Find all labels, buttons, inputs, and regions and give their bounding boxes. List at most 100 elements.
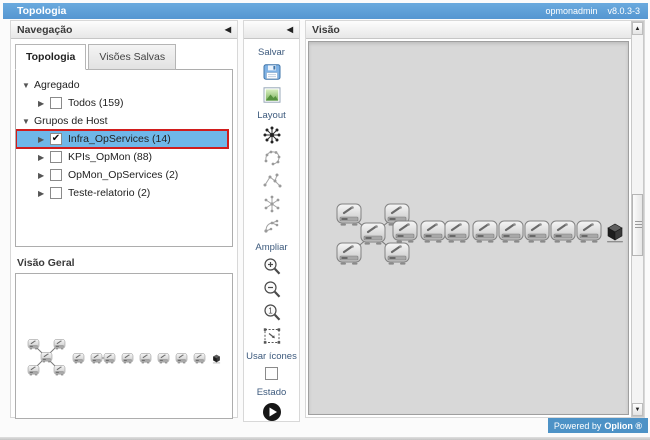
zoom-100-icon: 1 xyxy=(262,303,282,323)
tree-item-todos[interactable]: ▶ Todos (159) xyxy=(16,94,232,112)
zoom-out-icon xyxy=(262,280,282,300)
tree-item-kpis-opmon[interactable]: ▶ KPIs_OpMon (88) xyxy=(16,148,232,166)
host-node[interactable] xyxy=(497,220,525,244)
save-view-button[interactable] xyxy=(259,61,285,82)
view-scrollbar[interactable]: ▲ ▼ xyxy=(631,21,644,417)
tree-item-opmon-opservices[interactable]: ▶ OpMon_OpServices (2) xyxy=(16,166,232,184)
powered-by-text: Powered by xyxy=(554,421,602,431)
tree-item-label: Infra_OpServices (14) xyxy=(68,133,171,145)
topology-links xyxy=(16,274,232,418)
host-node[interactable] xyxy=(121,353,134,364)
application-window: Topologia opmonadmin v8.0.3-3 Navegação … xyxy=(0,0,650,440)
state-section-label: Estado xyxy=(257,387,287,398)
play-icon xyxy=(262,402,282,422)
layout-section-label: Layout xyxy=(257,110,286,121)
tree-item-label: KPIs_OpMon (88) xyxy=(68,151,152,163)
tree-group-label: Agregado xyxy=(34,79,80,91)
top-title-bar: Topologia opmonadmin v8.0.3-3 xyxy=(3,3,648,19)
host-node[interactable] xyxy=(157,353,170,364)
host-node[interactable] xyxy=(193,353,206,364)
svg-text:1: 1 xyxy=(268,306,273,315)
host-node[interactable] xyxy=(103,353,116,364)
export-image-button[interactable] xyxy=(259,84,285,105)
view-header: Visão xyxy=(306,21,631,39)
expander-icon[interactable]: ▶ xyxy=(38,99,50,108)
use-icons-label: Usar ícones xyxy=(246,351,297,362)
fit-view-icon xyxy=(262,326,282,346)
host-node[interactable] xyxy=(549,220,577,244)
tree-group-label: Grupos de Host xyxy=(34,115,108,127)
radial-layout-icon xyxy=(261,125,283,145)
host-node[interactable] xyxy=(391,220,419,244)
layout-circular-button[interactable] xyxy=(259,147,285,168)
save-section-label: Salvar xyxy=(258,47,285,58)
host-node[interactable] xyxy=(139,353,152,364)
host-node[interactable] xyxy=(53,365,66,376)
expander-icon[interactable]: ▶ xyxy=(38,171,50,180)
scrollbar-thumb[interactable] xyxy=(632,194,643,256)
host-node[interactable] xyxy=(27,339,40,350)
tab-visoes-salvas[interactable]: Visões Salvas xyxy=(88,44,176,70)
powered-by-badge[interactable]: Powered by Oplion ® xyxy=(548,418,648,433)
topology-canvas[interactable] xyxy=(308,41,629,415)
host-node[interactable] xyxy=(383,242,411,266)
layout-tree-button[interactable] xyxy=(259,216,285,237)
host-node[interactable] xyxy=(175,353,188,364)
layout-snowflake-button[interactable] xyxy=(259,193,285,214)
tree-item-teste-relatorio[interactable]: ▶ Teste-relatorio (2) xyxy=(16,184,232,202)
tree-group-agregado[interactable]: ▼ Agregado xyxy=(16,76,232,94)
host-node[interactable] xyxy=(335,242,363,266)
fit-to-view-button[interactable] xyxy=(259,325,285,346)
navigation-tabs: Topologia Visões Salvas xyxy=(15,44,233,70)
host-node[interactable] xyxy=(471,220,499,244)
collapse-toolbar-icon[interactable]: ◀ xyxy=(287,25,293,34)
expander-icon[interactable]: ▶ xyxy=(38,153,50,162)
tree-item-label: Todos (159) xyxy=(68,97,123,109)
expander-icon[interactable]: ▶ xyxy=(38,135,50,144)
navigation-title: Navegação xyxy=(17,24,72,36)
zoom-in-button[interactable] xyxy=(259,256,285,277)
expander-icon[interactable]: ▼ xyxy=(22,81,34,90)
navigation-panel: Navegação ◀ Topologia Visões Salvas ▼ Ag… xyxy=(10,20,238,418)
overview-minimap[interactable] xyxy=(15,273,233,419)
expander-icon[interactable]: ▼ xyxy=(22,117,34,126)
host-node[interactable] xyxy=(443,220,471,244)
scroll-down-icon[interactable]: ▼ xyxy=(632,403,643,416)
tree-item-label: OpMon_OpServices (2) xyxy=(68,169,178,181)
collapse-left-icon[interactable]: ◀ xyxy=(225,25,231,34)
layout-force-button[interactable] xyxy=(259,170,285,191)
expander-icon[interactable]: ▶ xyxy=(38,189,50,198)
host-node[interactable] xyxy=(53,339,66,350)
zoom-in-icon xyxy=(262,257,282,277)
use-icons-checkbox[interactable] xyxy=(265,367,278,380)
zoom-reset-button[interactable]: 1 xyxy=(259,302,285,323)
cube-node[interactable] xyxy=(601,220,629,244)
checkbox-infra-opservices[interactable]: ✔ xyxy=(50,133,62,145)
checkbox-opmon-opservices[interactable] xyxy=(50,169,62,181)
scrollbar-grip xyxy=(635,221,642,230)
host-node[interactable] xyxy=(523,220,551,244)
floppy-disk-icon xyxy=(263,64,281,80)
host-node[interactable] xyxy=(575,220,603,244)
tree-group-grupos-de-host[interactable]: ▼ Grupos de Host xyxy=(16,112,232,130)
overview-title: Visão Geral xyxy=(17,257,233,269)
tab-topologia[interactable]: Topologia xyxy=(15,44,86,70)
scroll-up-icon[interactable]: ▲ xyxy=(632,22,643,35)
state-play-button[interactable] xyxy=(259,401,285,422)
brand-name: Oplion ® xyxy=(604,421,642,431)
zoom-out-button[interactable] xyxy=(259,279,285,300)
force-layout-icon xyxy=(261,171,283,191)
host-node[interactable] xyxy=(90,353,103,364)
tree-item-infra-opservices[interactable]: ▶ ✔ Infra_OpServices (14) xyxy=(16,130,228,148)
checkbox-kpis-opmon[interactable] xyxy=(50,151,62,163)
app-version: v8.0.3-3 xyxy=(607,6,640,16)
checkbox-teste-relatorio[interactable] xyxy=(50,187,62,199)
host-node[interactable] xyxy=(40,352,53,363)
layout-radial-button[interactable] xyxy=(259,124,285,145)
host-node[interactable] xyxy=(27,365,40,376)
toolbar-panel: ◀ Salvar Layou xyxy=(243,20,300,422)
host-node[interactable] xyxy=(72,353,85,364)
checkbox-todos[interactable] xyxy=(50,97,62,109)
host-group-tree: ▼ Agregado ▶ Todos (159) ▼ Grupos de Hos… xyxy=(15,69,233,247)
cube-node[interactable] xyxy=(210,353,223,364)
